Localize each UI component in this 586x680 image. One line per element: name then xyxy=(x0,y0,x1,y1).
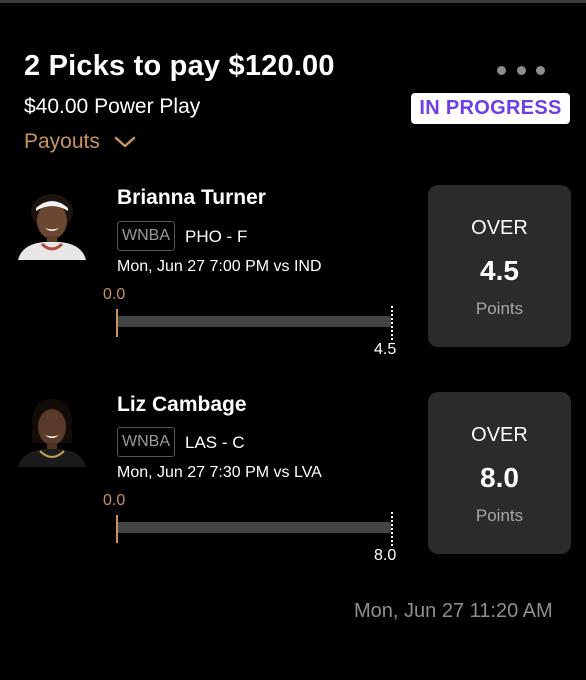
entry-subtitle: $40.00 Power Play xyxy=(24,95,201,118)
more-dots-icon xyxy=(536,65,545,75)
league-badge: WNBA xyxy=(117,221,175,251)
payouts-toggle[interactable]: Payouts xyxy=(24,130,136,154)
game-time: Mon, Jun 27 7:30 PM vs LVA xyxy=(117,464,322,481)
more-options-button[interactable] xyxy=(497,62,545,78)
progress-track xyxy=(117,522,391,533)
status-badge: IN PROGRESS xyxy=(411,93,570,124)
current-value: 0.0 xyxy=(103,286,126,303)
direction-label: OVER xyxy=(471,217,528,239)
target-value: 4.5 xyxy=(374,341,397,358)
projection-card[interactable]: OVER 4.5 Points xyxy=(428,185,571,347)
more-dots-icon xyxy=(516,65,526,75)
entry-title: 2 Picks to pay $120.00 xyxy=(24,50,335,82)
game-time: Mon, Jun 27 7:00 PM vs IND xyxy=(117,258,322,275)
stat-type: Points xyxy=(475,299,524,318)
target-marker xyxy=(391,306,393,340)
chevron-down-icon xyxy=(114,136,136,148)
team-position: PHO - F xyxy=(185,227,248,246)
payouts-label: Payouts xyxy=(24,130,100,153)
player-name: Liz Cambage xyxy=(117,393,247,416)
player-name: Brianna Turner xyxy=(117,186,266,209)
player-avatar xyxy=(14,395,90,467)
player-avatar xyxy=(14,188,90,260)
league-badge: WNBA xyxy=(117,427,175,457)
progress-track xyxy=(117,316,391,327)
team-position: LAS - C xyxy=(185,433,245,452)
target-marker xyxy=(391,512,393,546)
progress-start-marker xyxy=(116,309,118,337)
current-value: 0.0 xyxy=(103,492,126,509)
more-dots-icon xyxy=(497,65,506,75)
direction-label: OVER xyxy=(471,424,528,446)
top-divider xyxy=(0,0,586,3)
progress-start-marker xyxy=(116,515,118,543)
stat-type: Points xyxy=(475,506,524,525)
line-value: 4.5 xyxy=(480,255,519,286)
target-value: 8.0 xyxy=(374,547,397,564)
entry-timestamp: Mon, Jun 27 11:20 AM xyxy=(354,600,553,622)
projection-card[interactable]: OVER 8.0 Points xyxy=(428,392,571,554)
line-value: 8.0 xyxy=(480,462,519,493)
